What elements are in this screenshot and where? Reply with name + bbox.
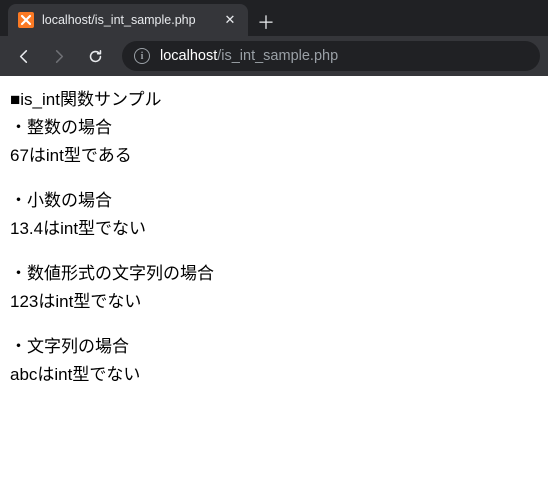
xampp-favicon-icon (18, 12, 34, 28)
section-result: 123はint型でない (10, 288, 538, 316)
arrow-right-icon (51, 48, 68, 65)
section-result: 67はint型である (10, 142, 538, 170)
browser-tab[interactable]: localhost/is_int_sample.php ✕ (8, 4, 248, 36)
section-label: ・数値形式の文字列の場合 (10, 260, 538, 288)
reload-button[interactable] (80, 41, 110, 71)
section-result: abcはint型でない (10, 361, 538, 389)
tab-title: localhost/is_int_sample.php (42, 13, 214, 27)
page-heading: ■is_int関数サンプル (10, 86, 538, 114)
arrow-left-icon (15, 48, 32, 65)
address-bar[interactable]: i localhost/is_int_sample.php (122, 41, 540, 71)
back-button[interactable] (8, 41, 38, 71)
page-content: ■is_int関数サンプル ・整数の場合 67はint型である ・小数の場合 1… (0, 76, 548, 399)
section-result: 13.4はint型でない (10, 215, 538, 243)
section-label: ・文字列の場合 (10, 333, 538, 361)
section-label: ・小数の場合 (10, 187, 538, 215)
new-tab-button[interactable]: ＋ (252, 8, 280, 36)
url-display: localhost/is_int_sample.php (160, 48, 338, 64)
site-info-icon[interactable]: i (134, 48, 150, 64)
forward-button[interactable] (44, 41, 74, 71)
browser-toolbar: i localhost/is_int_sample.php (0, 36, 548, 76)
browser-title-bar: localhost/is_int_sample.php ✕ ＋ (0, 0, 548, 36)
url-path: /is_int_sample.php (217, 48, 338, 64)
url-host: localhost (160, 48, 217, 64)
tab-close-icon[interactable]: ✕ (222, 12, 238, 28)
reload-icon (87, 48, 104, 65)
section-label: ・整数の場合 (10, 114, 538, 142)
